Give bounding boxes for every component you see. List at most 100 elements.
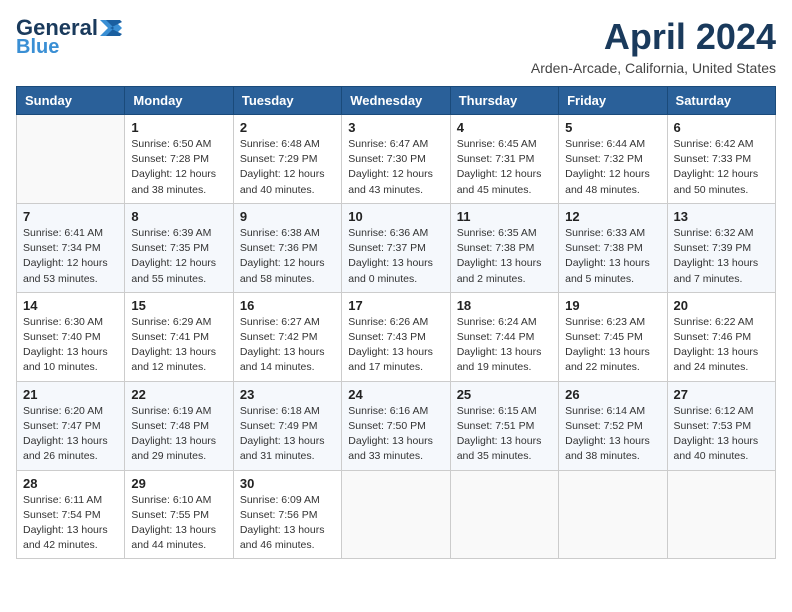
calendar-cell: 18 Sunrise: 6:24 AMSunset: 7:44 PMDayligh…: [450, 292, 558, 381]
weekday-row: SundayMondayTuesdayWednesdayThursdayFrid…: [17, 87, 776, 115]
day-number: 25: [457, 387, 552, 402]
weekday-header-saturday: Saturday: [667, 87, 775, 115]
logo-subtext: Blue: [16, 36, 59, 58]
logo-arrow-icon: [100, 20, 122, 36]
calendar-cell: 5 Sunrise: 6:44 AMSunset: 7:32 PMDaylight…: [559, 115, 667, 204]
day-info: Sunrise: 6:36 AMSunset: 7:37 PMDaylight:…: [348, 226, 443, 287]
calendar-cell: 26 Sunrise: 6:14 AMSunset: 7:52 PMDayligh…: [559, 381, 667, 470]
day-number: 23: [240, 387, 335, 402]
day-info: Sunrise: 6:42 AMSunset: 7:33 PMDaylight:…: [674, 137, 769, 198]
day-number: 16: [240, 298, 335, 313]
calendar-cell: 21 Sunrise: 6:20 AMSunset: 7:47 PMDayligh…: [17, 381, 125, 470]
day-info: Sunrise: 6:35 AMSunset: 7:38 PMDaylight:…: [457, 226, 552, 287]
calendar-cell: 24 Sunrise: 6:16 AMSunset: 7:50 PMDayligh…: [342, 381, 450, 470]
day-number: 11: [457, 209, 552, 224]
calendar-cell: 28 Sunrise: 6:11 AMSunset: 7:54 PMDayligh…: [17, 470, 125, 559]
day-number: 26: [565, 387, 660, 402]
day-number: 18: [457, 298, 552, 313]
day-info: Sunrise: 6:09 AMSunset: 7:56 PMDaylight:…: [240, 493, 335, 554]
day-number: 2: [240, 120, 335, 135]
day-info: Sunrise: 6:22 AMSunset: 7:46 PMDaylight:…: [674, 315, 769, 376]
weekday-header-wednesday: Wednesday: [342, 87, 450, 115]
calendar-cell: 11 Sunrise: 6:35 AMSunset: 7:38 PMDayligh…: [450, 203, 558, 292]
day-info: Sunrise: 6:39 AMSunset: 7:35 PMDaylight:…: [131, 226, 226, 287]
calendar-cell: 29Sunrise: 6:10 AMSunset: 7:55 PMDayligh…: [125, 470, 233, 559]
calendar-cell: 6 Sunrise: 6:42 AMSunset: 7:33 PMDaylight…: [667, 115, 775, 204]
day-number: 15: [131, 298, 226, 313]
calendar-header: SundayMondayTuesdayWednesdayThursdayFrid…: [17, 87, 776, 115]
day-number: 21: [23, 387, 118, 402]
calendar-cell: [17, 115, 125, 204]
day-info: Sunrise: 6:20 AMSunset: 7:47 PMDaylight:…: [23, 404, 118, 465]
day-info: Sunrise: 6:47 AMSunset: 7:30 PMDaylight:…: [348, 137, 443, 198]
day-info: Sunrise: 6:23 AMSunset: 7:45 PMDaylight:…: [565, 315, 660, 376]
calendar-week-4: 21 Sunrise: 6:20 AMSunset: 7:47 PMDayligh…: [17, 381, 776, 470]
calendar-cell: 30Sunrise: 6:09 AMSunset: 7:56 PMDayligh…: [233, 470, 341, 559]
weekday-header-thursday: Thursday: [450, 87, 558, 115]
calendar-cell: 1 Sunrise: 6:50 AMSunset: 7:28 PMDaylight…: [125, 115, 233, 204]
calendar-week-1: 1 Sunrise: 6:50 AMSunset: 7:28 PMDaylight…: [17, 115, 776, 204]
day-info: Sunrise: 6:50 AMSunset: 7:28 PMDaylight:…: [131, 137, 226, 198]
weekday-header-sunday: Sunday: [17, 87, 125, 115]
calendar-cell: 14 Sunrise: 6:30 AMSunset: 7:40 PMDayligh…: [17, 292, 125, 381]
day-info: Sunrise: 6:29 AMSunset: 7:41 PMDaylight:…: [131, 315, 226, 376]
day-number: 1: [131, 120, 226, 135]
title-area: April 2024 Arden-Arcade, California, Uni…: [531, 16, 776, 76]
calendar-cell: 10 Sunrise: 6:36 AMSunset: 7:37 PMDayligh…: [342, 203, 450, 292]
day-info: Sunrise: 6:15 AMSunset: 7:51 PMDaylight:…: [457, 404, 552, 465]
day-number: 6: [674, 120, 769, 135]
calendar-cell: 4 Sunrise: 6:45 AMSunset: 7:31 PMDaylight…: [450, 115, 558, 204]
day-number: 27: [674, 387, 769, 402]
calendar-cell: 20 Sunrise: 6:22 AMSunset: 7:46 PMDayligh…: [667, 292, 775, 381]
day-number: 3: [348, 120, 443, 135]
day-info: Sunrise: 6:19 AMSunset: 7:48 PMDaylight:…: [131, 404, 226, 465]
calendar-cell: 3 Sunrise: 6:47 AMSunset: 7:30 PMDaylight…: [342, 115, 450, 204]
day-number: 7: [23, 209, 118, 224]
calendar-cell: 7 Sunrise: 6:41 AMSunset: 7:34 PMDaylight…: [17, 203, 125, 292]
calendar-cell: [450, 470, 558, 559]
day-number: 5: [565, 120, 660, 135]
day-info: Sunrise: 6:27 AMSunset: 7:42 PMDaylight:…: [240, 315, 335, 376]
day-number: 20: [674, 298, 769, 313]
day-info: Sunrise: 6:30 AMSunset: 7:40 PMDaylight:…: [23, 315, 118, 376]
day-number: 13: [674, 209, 769, 224]
day-number: 10: [348, 209, 443, 224]
day-number: 12: [565, 209, 660, 224]
day-info: Sunrise: 6:48 AMSunset: 7:29 PMDaylight:…: [240, 137, 335, 198]
day-number: 28: [23, 476, 118, 491]
weekday-header-monday: Monday: [125, 87, 233, 115]
day-number: 4: [457, 120, 552, 135]
calendar-cell: 12 Sunrise: 6:33 AMSunset: 7:38 PMDayligh…: [559, 203, 667, 292]
day-info: Sunrise: 6:11 AMSunset: 7:54 PMDaylight:…: [23, 493, 118, 554]
day-info: Sunrise: 6:18 AMSunset: 7:49 PMDaylight:…: [240, 404, 335, 465]
day-info: Sunrise: 6:10 AMSunset: 7:55 PMDaylight:…: [131, 493, 226, 554]
month-title: April 2024: [531, 16, 776, 58]
day-number: 14: [23, 298, 118, 313]
day-info: Sunrise: 6:14 AMSunset: 7:52 PMDaylight:…: [565, 404, 660, 465]
calendar-cell: 17Sunrise: 6:26 AMSunset: 7:43 PMDayligh…: [342, 292, 450, 381]
day-number: 24: [348, 387, 443, 402]
calendar-week-3: 14 Sunrise: 6:30 AMSunset: 7:40 PMDayligh…: [17, 292, 776, 381]
day-info: Sunrise: 6:32 AMSunset: 7:39 PMDaylight:…: [674, 226, 769, 287]
calendar-cell: [342, 470, 450, 559]
day-info: Sunrise: 6:45 AMSunset: 7:31 PMDaylight:…: [457, 137, 552, 198]
logo: General Blue: [16, 16, 122, 58]
day-info: Sunrise: 6:26 AMSunset: 7:43 PMDaylight:…: [348, 315, 443, 376]
page-header: General Blue April 2024 Arden-Arcade, Ca…: [16, 16, 776, 76]
day-number: 19: [565, 298, 660, 313]
calendar-cell: 16 Sunrise: 6:27 AMSunset: 7:42 PMDayligh…: [233, 292, 341, 381]
day-info: Sunrise: 6:16 AMSunset: 7:50 PMDaylight:…: [348, 404, 443, 465]
calendar-cell: [667, 470, 775, 559]
calendar-cell: 23 Sunrise: 6:18 AMSunset: 7:49 PMDayligh…: [233, 381, 341, 470]
calendar-cell: 13 Sunrise: 6:32 AMSunset: 7:39 PMDayligh…: [667, 203, 775, 292]
calendar-week-2: 7 Sunrise: 6:41 AMSunset: 7:34 PMDaylight…: [17, 203, 776, 292]
location-title: Arden-Arcade, California, United States: [531, 60, 776, 76]
calendar-cell: [559, 470, 667, 559]
day-info: Sunrise: 6:33 AMSunset: 7:38 PMDaylight:…: [565, 226, 660, 287]
weekday-header-friday: Friday: [559, 87, 667, 115]
day-number: 8: [131, 209, 226, 224]
day-info: Sunrise: 6:41 AMSunset: 7:34 PMDaylight:…: [23, 226, 118, 287]
day-info: Sunrise: 6:44 AMSunset: 7:32 PMDaylight:…: [565, 137, 660, 198]
day-info: Sunrise: 6:24 AMSunset: 7:44 PMDaylight:…: [457, 315, 552, 376]
day-info: Sunrise: 6:38 AMSunset: 7:36 PMDaylight:…: [240, 226, 335, 287]
